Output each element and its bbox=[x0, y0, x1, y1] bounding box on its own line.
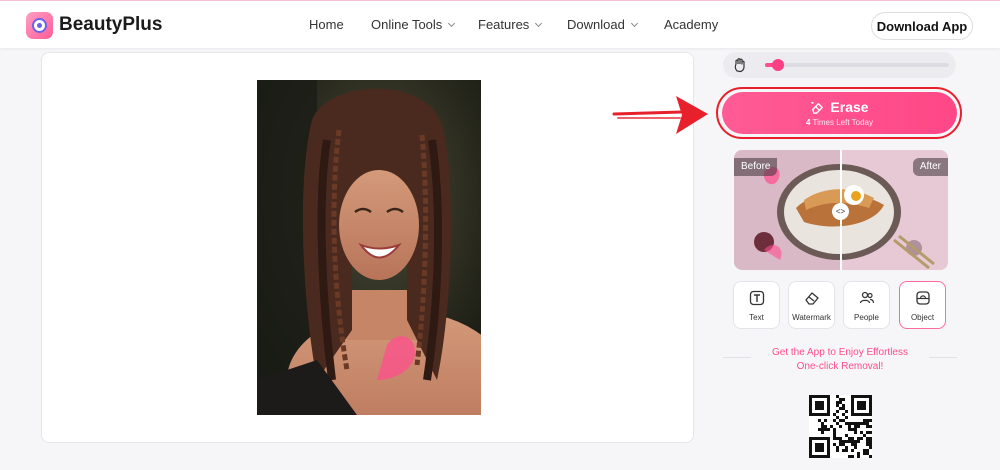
eraser-icon bbox=[805, 292, 819, 305]
nav-home[interactable]: Home bbox=[309, 17, 344, 32]
chevron-down-icon bbox=[448, 19, 456, 28]
tool-text-label: Text bbox=[749, 313, 764, 322]
brush-hand-icon bbox=[734, 58, 745, 73]
brand-name[interactable]: BeautyPlus bbox=[59, 14, 162, 36]
nav-academy[interactable]: Academy bbox=[664, 17, 718, 32]
nav-download[interactable]: Download bbox=[567, 17, 638, 32]
promo-line-2: One-click Removal! bbox=[796, 361, 884, 372]
tool-people-label: People bbox=[854, 313, 879, 322]
editor-canvas bbox=[41, 52, 694, 443]
promo-line-1: Get the App to Enjoy Effortless bbox=[771, 347, 908, 358]
tool-text-button[interactable]: Text bbox=[733, 281, 780, 329]
nav-features[interactable]: Features bbox=[478, 17, 543, 32]
red-arrow-annotation bbox=[612, 96, 708, 134]
uploaded-photo[interactable] bbox=[257, 80, 481, 415]
top-navbar: BeautyPlus Home Online Tools Features Do… bbox=[0, 0, 1000, 48]
eraser-sparkle-icon bbox=[811, 101, 824, 114]
erase-label-row: Erase bbox=[722, 99, 957, 115]
slider-handle[interactable] bbox=[772, 59, 784, 71]
chevron-down-icon bbox=[535, 19, 543, 28]
promo-divider-right bbox=[929, 357, 957, 358]
tool-people-button[interactable]: People bbox=[843, 281, 890, 329]
download-app-button[interactable]: Download App bbox=[871, 12, 973, 40]
erase-label: Erase bbox=[830, 99, 869, 115]
app-download-qr-code[interactable] bbox=[809, 395, 872, 458]
erase-button[interactable]: Erase 4 Times Left Today bbox=[722, 92, 957, 134]
tool-watermark-label: Watermark bbox=[792, 313, 831, 322]
compare-handle-icon[interactable]: <> bbox=[832, 203, 849, 220]
app-promo-text: Get the App to Enjoy Effortless One-clic… bbox=[754, 346, 926, 374]
before-tag: Before bbox=[734, 158, 778, 176]
brush-size-slider[interactable] bbox=[765, 59, 949, 71]
tool-watermark-button[interactable]: Watermark bbox=[788, 281, 835, 329]
tool-object-button[interactable]: Object bbox=[899, 281, 946, 329]
beautyplus-logo-icon[interactable] bbox=[26, 12, 53, 39]
promo-divider-left bbox=[723, 357, 751, 358]
after-tag: After bbox=[912, 158, 948, 176]
erase-remaining-text: 4 Times Left Today bbox=[805, 118, 873, 127]
people-icon bbox=[859, 291, 875, 304]
tool-object-label: Object bbox=[910, 313, 935, 322]
text-icon bbox=[749, 290, 765, 306]
nav-online-tools[interactable]: Online Tools bbox=[371, 17, 456, 32]
brush-size-control bbox=[723, 52, 956, 78]
chevron-down-icon bbox=[630, 19, 638, 28]
object-icon bbox=[916, 291, 930, 305]
before-after-preview[interactable]: Before After <> bbox=[734, 150, 948, 270]
